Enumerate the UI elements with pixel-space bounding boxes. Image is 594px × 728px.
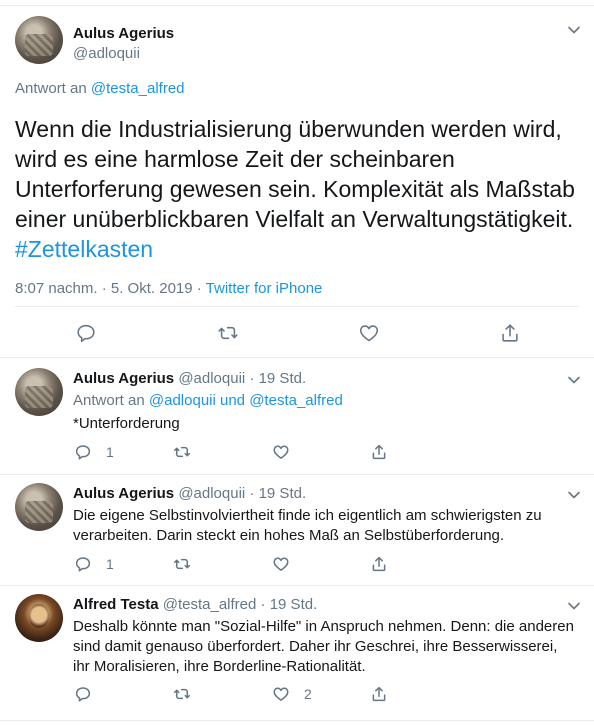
avatar[interactable] (15, 16, 63, 64)
like-icon (273, 445, 289, 459)
share-icon (372, 686, 386, 702)
hashtag-link[interactable]: #Zettelkasten (15, 236, 153, 262)
author-handle[interactable]: @testa_alfred (163, 596, 257, 613)
reply-icon (75, 445, 91, 460)
reply-label: Antwort an (73, 392, 145, 409)
like-button[interactable] (272, 555, 304, 573)
like-icon (273, 557, 289, 571)
reply-and: und (220, 392, 246, 409)
retweet-button[interactable] (173, 685, 205, 703)
retweet-icon (218, 326, 238, 340)
tweet-text: Wenn die Industrialisierung überwunden w… (15, 114, 585, 264)
avatar[interactable] (15, 594, 63, 642)
retweet-icon (173, 446, 191, 458)
like-count: 2 (304, 686, 312, 702)
chevron-down-icon[interactable] (566, 598, 582, 614)
reply-context: Antwort an @adloquii und @testa_alfred (73, 392, 343, 409)
reply-icon (77, 324, 95, 343)
chevron-down-icon[interactable] (566, 487, 582, 503)
reply-button[interactable]: 1 (74, 443, 114, 461)
reply-button[interactable]: 1 (74, 555, 114, 573)
author-name[interactable]: Aulus Agerius @adloquii · 19 Std. (73, 485, 306, 502)
author-name-text[interactable]: Alfred Testa (73, 596, 159, 613)
tweet-body: Wenn die Industrialisierung überwunden w… (15, 116, 575, 232)
share-button[interactable] (370, 685, 388, 703)
timestamp[interactable]: 8:07 nachm. · 5. Okt. 2019 · (15, 280, 206, 297)
share-button[interactable] (370, 443, 388, 461)
tweet-text: Deshalb könnte man "Sozial-Hilfe" in Ans… (73, 618, 574, 675)
divider (15, 306, 579, 307)
share-button[interactable] (499, 322, 521, 344)
share-button[interactable] (370, 555, 388, 573)
share-icon (372, 556, 386, 572)
tweet-text: *Unterforderung (73, 415, 180, 432)
reply-count: 1 (106, 556, 114, 572)
retweet-button[interactable] (173, 443, 205, 461)
tweet-time[interactable]: · 19 Std. (249, 485, 306, 502)
author-name[interactable]: Aulus Agerius @adloquii · 19 Std. (73, 370, 306, 387)
reply-tweet[interactable]: Aulus Agerius @adloquii · 19 Std. Antwor… (0, 358, 594, 475)
reply-tweet[interactable]: Aulus Agerius @adloquii · 19 Std. Die ei… (0, 475, 594, 586)
avatar[interactable] (15, 483, 63, 531)
author-handle[interactable]: @adloquii (73, 45, 140, 62)
tweet-time[interactable]: · 19 Std. (249, 370, 306, 387)
reply-handle-link[interactable]: @adloquii (149, 392, 216, 409)
share-icon (372, 444, 386, 460)
author-name[interactable]: Aulus Agerius (73, 25, 174, 42)
retweet-button[interactable] (217, 322, 239, 344)
tweet-meta: 8:07 nachm. · 5. Okt. 2019 · Twitter for… (15, 280, 322, 297)
like-button[interactable] (272, 443, 304, 461)
reply-count: 1 (106, 444, 114, 460)
main-tweet: Aulus Agerius @adloquii Antwort an @test… (0, 5, 594, 358)
author-name[interactable]: Alfred Testa @testa_alfred · 19 Std. (73, 596, 317, 613)
author-name-text[interactable]: Aulus Agerius (73, 370, 174, 387)
like-button[interactable]: 2 (272, 685, 312, 703)
reply-handle-link[interactable]: @testa_alfred (249, 392, 343, 409)
author-name-text[interactable]: Aulus Agerius (73, 485, 174, 502)
avatar[interactable] (15, 368, 63, 416)
reply-button[interactable] (75, 322, 97, 344)
reply-context: Antwort an @testa_alfred (15, 80, 185, 97)
retweet-button[interactable] (173, 555, 205, 573)
retweet-icon (173, 558, 191, 570)
reply-button[interactable] (74, 685, 106, 703)
like-icon (273, 687, 289, 701)
reply-icon (75, 557, 91, 572)
reply-label: Antwort an (15, 80, 87, 97)
tweet-text: Die eigene Selbstinvolviertheit finde ic… (73, 507, 542, 544)
chevron-down-icon[interactable] (566, 372, 582, 388)
tweet-time[interactable]: · 19 Std. (261, 596, 318, 613)
chevron-down-icon[interactable] (566, 22, 582, 38)
retweet-icon (173, 688, 191, 700)
author-handle[interactable]: @adloquii (178, 370, 245, 387)
reply-icon (75, 687, 91, 702)
share-icon (502, 324, 518, 342)
reply-tweet[interactable]: Alfred Testa @testa_alfred · 19 Std. Des… (0, 586, 594, 721)
author-handle[interactable]: @adloquii (178, 485, 245, 502)
like-button[interactable] (358, 322, 380, 344)
reply-handle-link[interactable]: @testa_alfred (91, 80, 185, 97)
like-icon (359, 325, 379, 342)
source-link[interactable]: Twitter for iPhone (206, 280, 323, 297)
